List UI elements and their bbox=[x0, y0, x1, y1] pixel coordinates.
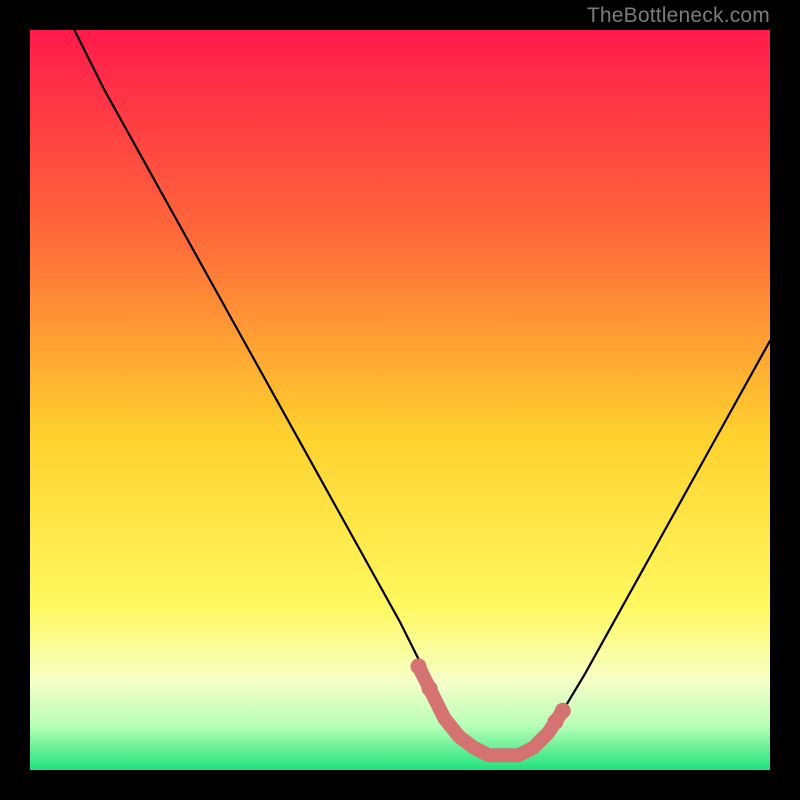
gradient-background bbox=[30, 30, 770, 770]
highlight-dot bbox=[411, 658, 427, 674]
chart-frame: TheBottleneck.com bbox=[0, 0, 800, 800]
highlight-dot bbox=[422, 681, 438, 697]
watermark-text: TheBottleneck.com bbox=[587, 4, 770, 28]
plot-area bbox=[30, 30, 770, 770]
chart-svg bbox=[30, 30, 770, 770]
highlight-dot bbox=[555, 703, 571, 719]
